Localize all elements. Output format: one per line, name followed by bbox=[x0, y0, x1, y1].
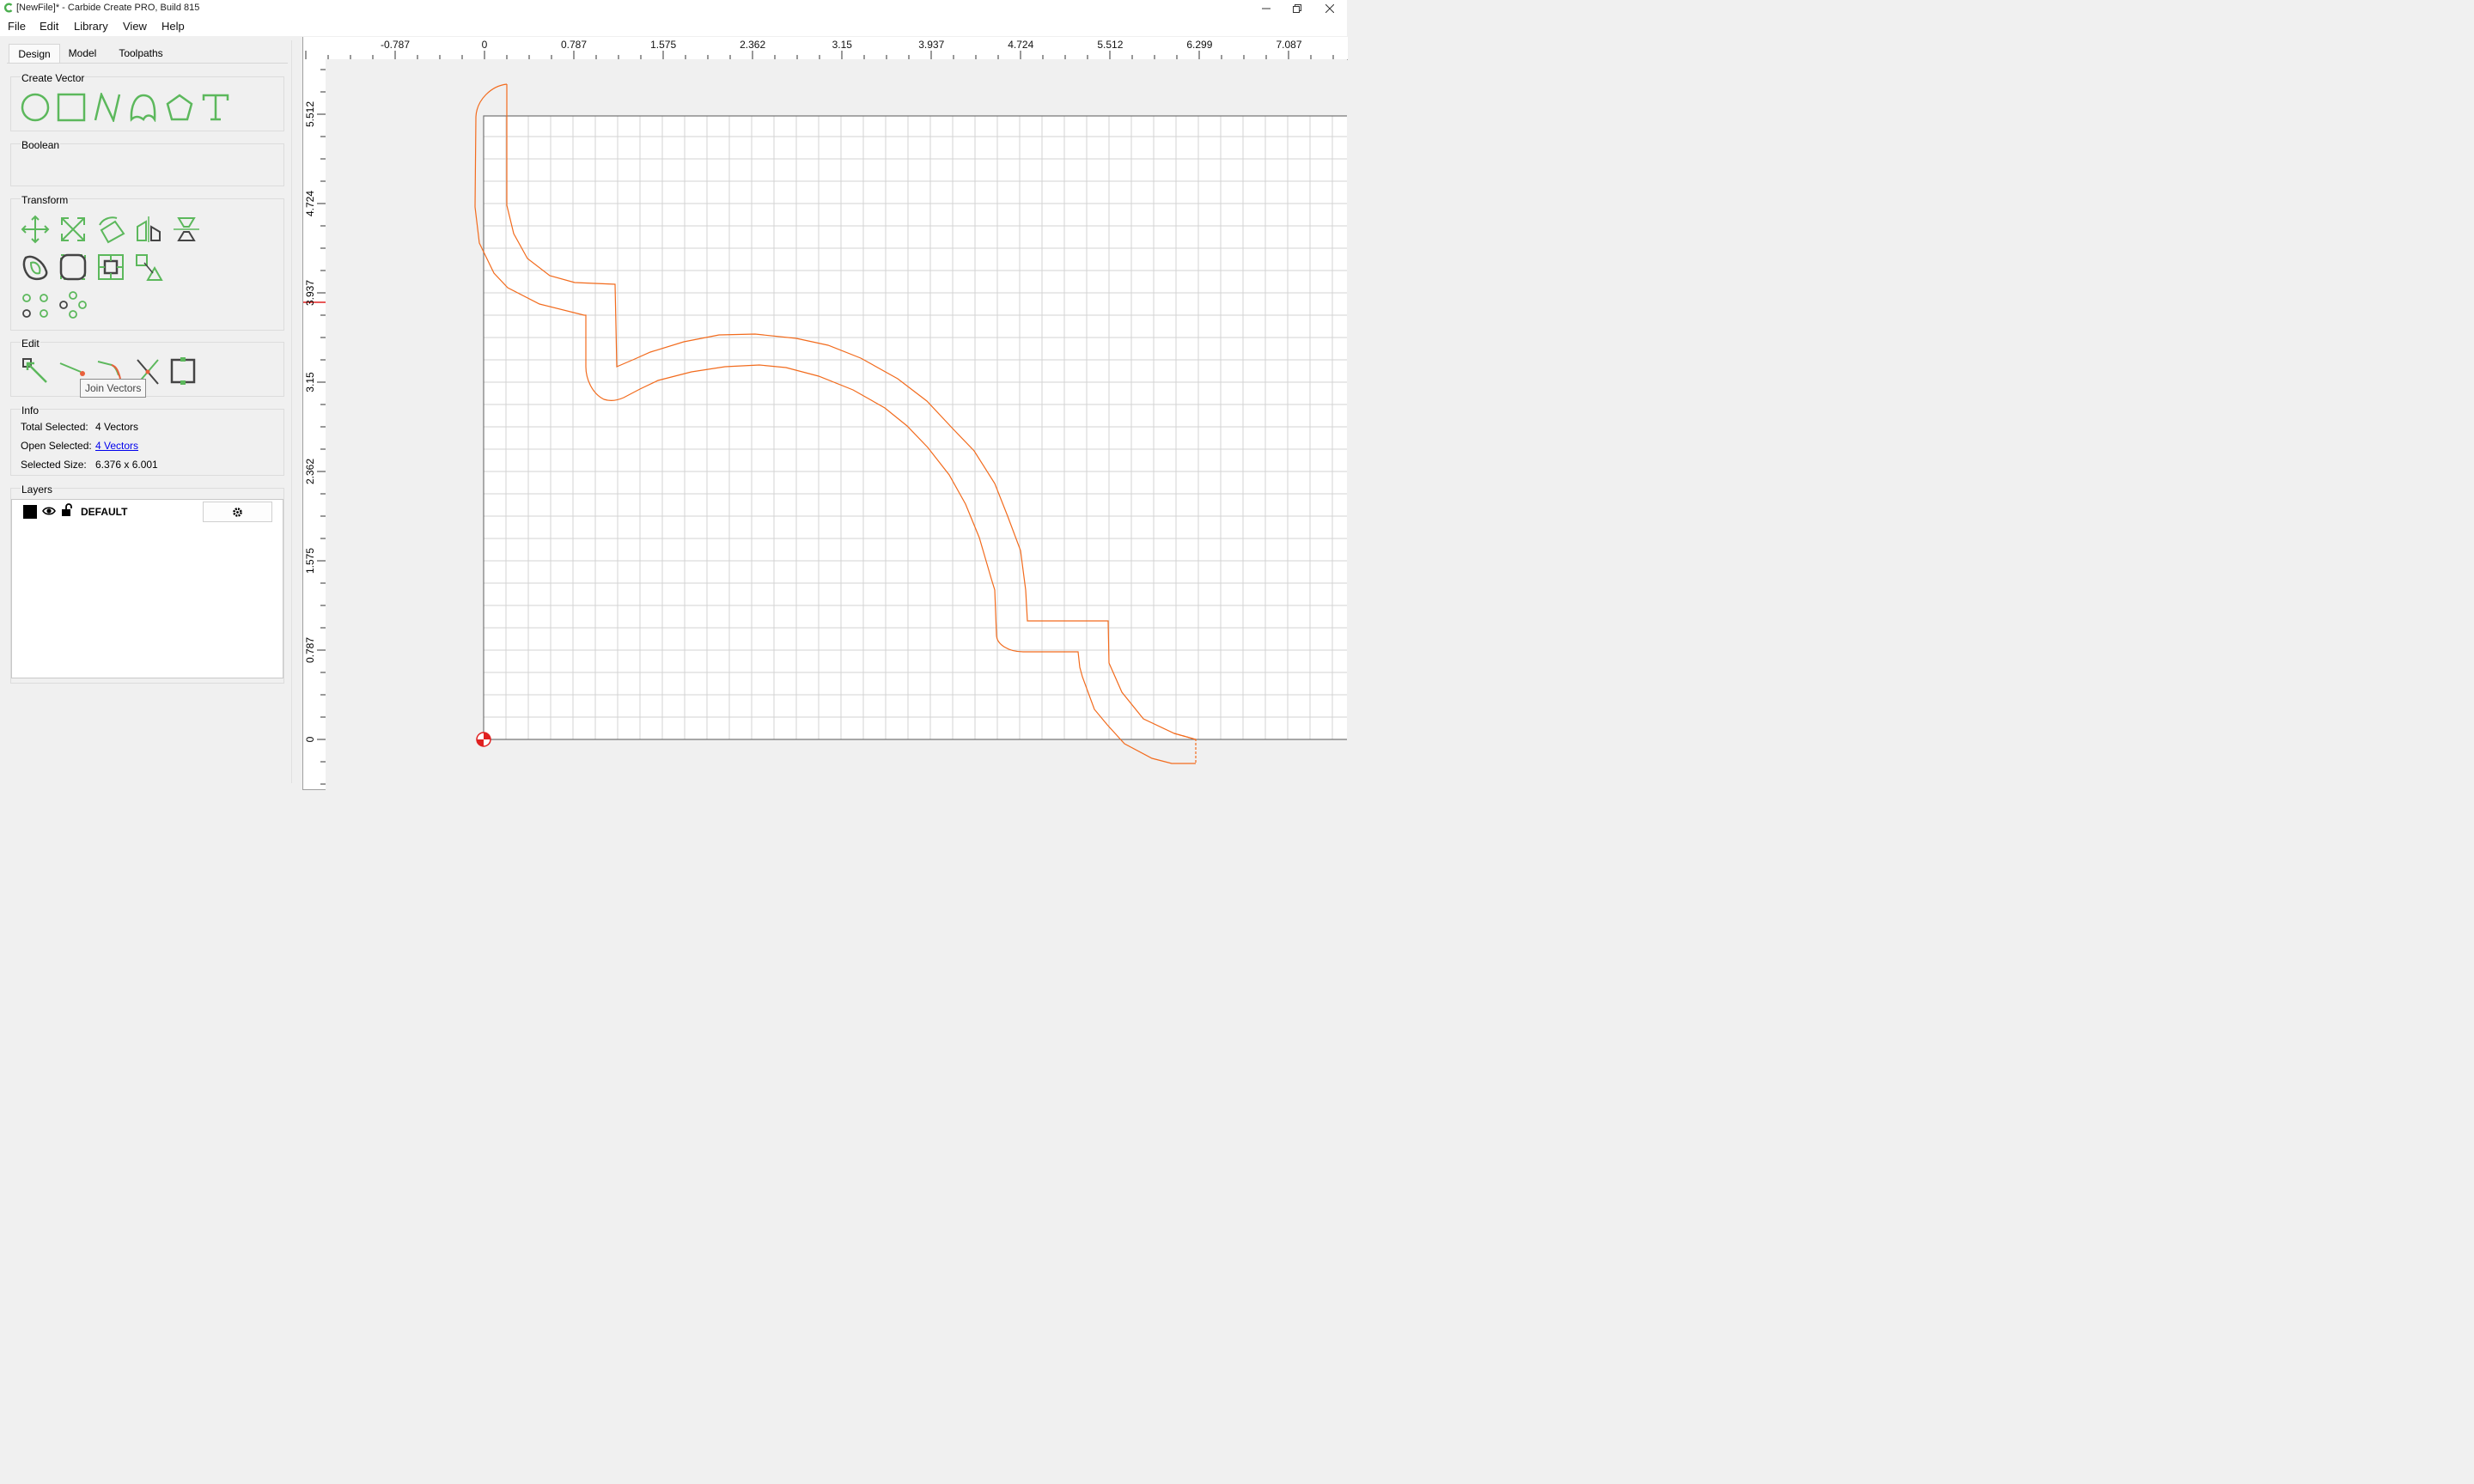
edit-title: Edit bbox=[21, 338, 40, 350]
info-title: Info bbox=[21, 404, 40, 417]
polygon-icon[interactable] bbox=[165, 93, 194, 122]
layers-title: Layers bbox=[21, 484, 54, 496]
open-selected-link[interactable]: 4 Vectors bbox=[95, 440, 138, 452]
create-vector-group: Create Vector bbox=[10, 72, 284, 131]
edit-group: Edit bbox=[10, 338, 284, 397]
ruler-top-label: 0.787 bbox=[560, 39, 588, 51]
layer-color-swatch[interactable] bbox=[23, 505, 37, 519]
menu-library[interactable]: Library bbox=[74, 20, 108, 33]
tab-toolpaths[interactable]: Toolpaths bbox=[108, 44, 174, 62]
eye-icon[interactable] bbox=[42, 505, 56, 517]
gear-icon bbox=[233, 507, 242, 517]
create-vector-title: Create Vector bbox=[21, 72, 86, 84]
layer-settings-button[interactable] bbox=[203, 502, 272, 522]
stock-grid bbox=[483, 115, 1347, 740]
rectangle-icon[interactable] bbox=[57, 93, 86, 122]
carbide-logo-icon bbox=[3, 3, 13, 13]
transform-title: Transform bbox=[21, 194, 70, 206]
ruler-left-label: 0.787 bbox=[304, 636, 316, 664]
tooltip: Join Vectors bbox=[80, 379, 147, 398]
tab-design[interactable]: Design bbox=[9, 44, 60, 63]
array-icon[interactable] bbox=[134, 252, 163, 282]
left-panel: Design Model Toolpaths Create Vector Boo… bbox=[5, 40, 292, 783]
node-edit-icon[interactable] bbox=[21, 356, 50, 386]
total-selected-value: 4 Vectors bbox=[95, 421, 139, 433]
ruler-left-ticks bbox=[303, 69, 326, 785]
stock-area bbox=[484, 116, 1347, 739]
open-selected-label: Open Selected: bbox=[21, 440, 92, 452]
circular-array-icon[interactable] bbox=[21, 290, 50, 319]
canvas-svg[interactable] bbox=[326, 59, 1347, 808]
boolean-title: Boolean bbox=[21, 139, 61, 151]
circle-icon[interactable] bbox=[21, 93, 50, 122]
move-icon[interactable] bbox=[21, 215, 50, 244]
menu-view[interactable]: View bbox=[123, 20, 147, 33]
ruler-top-label: 1.575 bbox=[650, 39, 677, 51]
smooth-icon[interactable] bbox=[21, 252, 50, 282]
ruler-left-label: 0 bbox=[304, 736, 316, 743]
ruler-left-label: 2.362 bbox=[304, 458, 316, 484]
restore-icon[interactable] bbox=[1280, 0, 1314, 17]
mirror-icon[interactable] bbox=[134, 215, 163, 244]
ruler-top-label: 3.15 bbox=[832, 39, 852, 51]
title-bar: [NewFile]* - Carbide Create PRO, Build 8… bbox=[0, 0, 1347, 17]
window-title: [NewFile]* - Carbide Create PRO, Build 8… bbox=[16, 3, 200, 13]
ruler-top-label: 3.937 bbox=[918, 39, 945, 51]
ruler-left-label: 1.575 bbox=[304, 547, 316, 574]
scale-icon[interactable] bbox=[58, 215, 88, 244]
ruler-top-label: 0 bbox=[481, 39, 488, 51]
align-icon[interactable] bbox=[172, 215, 201, 244]
grid-array-icon[interactable] bbox=[58, 290, 88, 319]
ruler-top-label: 7.087 bbox=[1276, 39, 1302, 51]
menu-bar: File Edit Library View Help bbox=[0, 17, 1347, 36]
tab-divider bbox=[7, 63, 288, 64]
boolean-group: Boolean bbox=[10, 139, 284, 186]
tab-model[interactable]: Model bbox=[62, 44, 103, 62]
ruler-left-label: 4.724 bbox=[304, 190, 316, 216]
menu-edit[interactable]: Edit bbox=[40, 20, 58, 33]
transform-group: Transform bbox=[10, 194, 284, 331]
menu-file[interactable]: File bbox=[8, 20, 26, 33]
minimize-icon[interactable] bbox=[1249, 0, 1283, 17]
text-icon[interactable] bbox=[201, 93, 230, 122]
total-selected-label: Total Selected: bbox=[21, 421, 88, 433]
ruler-top: -0.787 0 0.787 1.575 2.362 3.15 3.937 4.724 5.51… bbox=[302, 37, 1348, 60]
offset-icon[interactable] bbox=[96, 252, 125, 282]
fillet-icon[interactable] bbox=[58, 252, 88, 282]
rotate-icon[interactable] bbox=[96, 215, 125, 244]
unlock-icon[interactable] bbox=[61, 503, 73, 517]
bounding-box-icon[interactable] bbox=[168, 356, 198, 386]
layers-list: DEFAULT bbox=[11, 499, 283, 678]
info-group: Info Total Selected: 4 Vectors Open Sele… bbox=[10, 404, 284, 476]
selected-size-value: 6.376 x 6.001 bbox=[95, 459, 158, 471]
layer-name: DEFAULT bbox=[81, 506, 128, 518]
ruler-left-label: 5.512 bbox=[304, 100, 316, 127]
selected-size-label: Selected Size: bbox=[21, 459, 87, 471]
design-canvas[interactable] bbox=[326, 59, 1347, 808]
ruler-left-label: 3.937 bbox=[304, 279, 316, 306]
close-icon[interactable] bbox=[1313, 0, 1347, 17]
ruler-top-label: 6.299 bbox=[1186, 39, 1213, 51]
layer-row[interactable]: DEFAULT bbox=[12, 500, 283, 524]
ruler-left: 5.512 4.724 3.937 3.15 2.362 1.575 0.787 0 bbox=[302, 59, 326, 790]
ruler-top-label: 4.724 bbox=[1008, 39, 1034, 51]
curve-icon[interactable] bbox=[129, 93, 158, 122]
polyline-icon[interactable] bbox=[93, 93, 122, 122]
ruler-left-label: 3.15 bbox=[304, 372, 316, 392]
ruler-top-label: 5.512 bbox=[1097, 39, 1124, 51]
origin-marker bbox=[476, 732, 491, 747]
menu-help[interactable]: Help bbox=[161, 20, 185, 33]
ruler-top-label: 2.362 bbox=[740, 39, 766, 51]
ruler-top-label: -0.787 bbox=[380, 39, 411, 51]
